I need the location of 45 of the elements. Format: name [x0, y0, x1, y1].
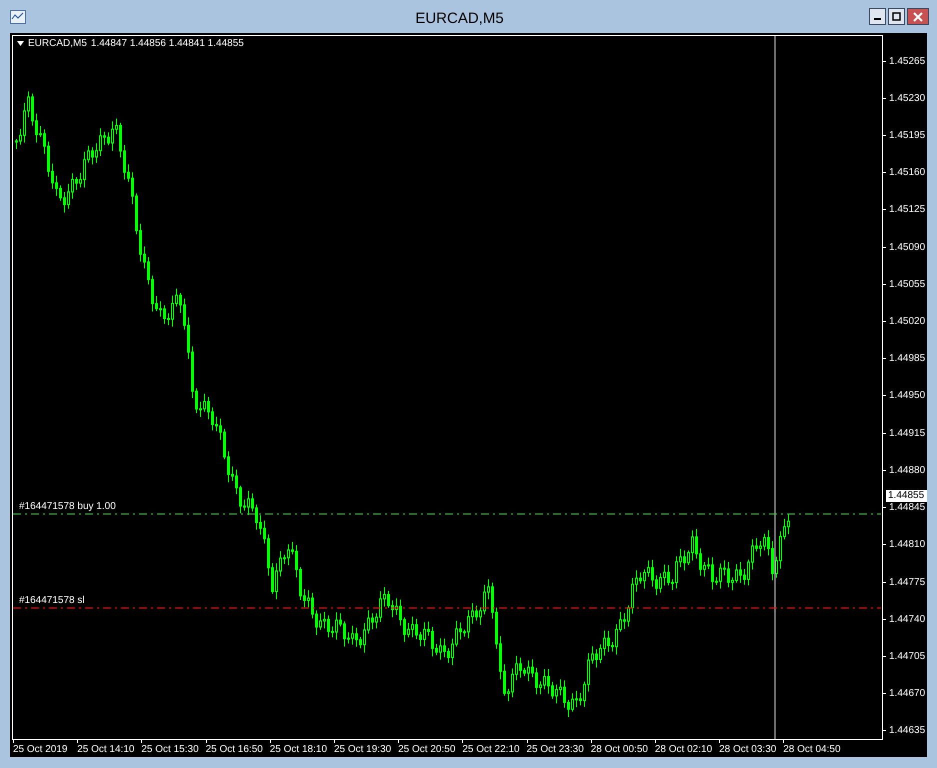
price-label: 1.44810 — [889, 539, 926, 550]
time-label: 25 Oct 15:30 — [141, 744, 199, 755]
price-label: 1.45160 — [889, 167, 926, 178]
maximize-icon — [892, 12, 901, 21]
price-label: 1.44740 — [889, 614, 926, 625]
time-label: 25 Oct 2019 — [13, 744, 68, 755]
price-label: 1.45090 — [889, 242, 926, 253]
time-label: 25 Oct 14:10 — [77, 744, 134, 755]
price-label: 1.45125 — [889, 204, 926, 216]
time-label: 28 Oct 04:50 — [783, 744, 841, 755]
order-label: #164471578 sl — [19, 595, 85, 606]
dropdown-icon[interactable] — [17, 41, 24, 46]
ohlc-values: 1.44847 1.44856 1.44841 1.44855 — [90, 38, 244, 49]
price-label: 1.45055 — [889, 278, 926, 290]
time-label: 28 Oct 00:50 — [590, 744, 648, 755]
price-label: 1.44670 — [889, 688, 926, 700]
price-label: 1.44705 — [889, 651, 926, 662]
time-label: 25 Oct 19:30 — [334, 744, 392, 755]
time-label: 28 Oct 03:30 — [719, 744, 776, 755]
price-label: 1.44635 — [889, 725, 926, 736]
minimize-button[interactable] — [869, 8, 886, 25]
current-price-label: 1.44855 — [886, 490, 928, 502]
maximize-button[interactable] — [888, 8, 905, 25]
close-icon — [913, 12, 923, 22]
price-label: 1.44775 — [889, 576, 926, 588]
price-label: 1.45195 — [889, 130, 926, 141]
time-label: 25 Oct 23:30 — [526, 744, 584, 755]
window-title: EURCAD,M5 — [414, 10, 505, 26]
price-label: 1.44845 — [889, 502, 926, 514]
close-button[interactable] — [907, 8, 929, 25]
symbol-label: EURCAD,M5 — [28, 38, 87, 49]
time-label: 28 Oct 02:10 — [654, 744, 712, 755]
time-label: 25 Oct 20:50 — [398, 744, 456, 755]
time-label: 25 Oct 18:10 — [270, 744, 328, 755]
price-label: 1.44950 — [889, 390, 926, 402]
order-label: #164471578 buy 1.00 — [19, 501, 116, 512]
price-label: 1.44915 — [889, 428, 926, 439]
time-label: 25 Oct 22:10 — [462, 744, 520, 755]
price-label: 1.45265 — [889, 56, 926, 66]
price-label: 1.45230 — [889, 92, 926, 104]
price-label: 1.44880 — [889, 464, 926, 476]
price-label: 1.44985 — [889, 353, 926, 364]
chart-window-icon — [10, 10, 26, 24]
price-label: 1.45020 — [889, 316, 926, 328]
time-label: 25 Oct 16:50 — [206, 744, 263, 755]
